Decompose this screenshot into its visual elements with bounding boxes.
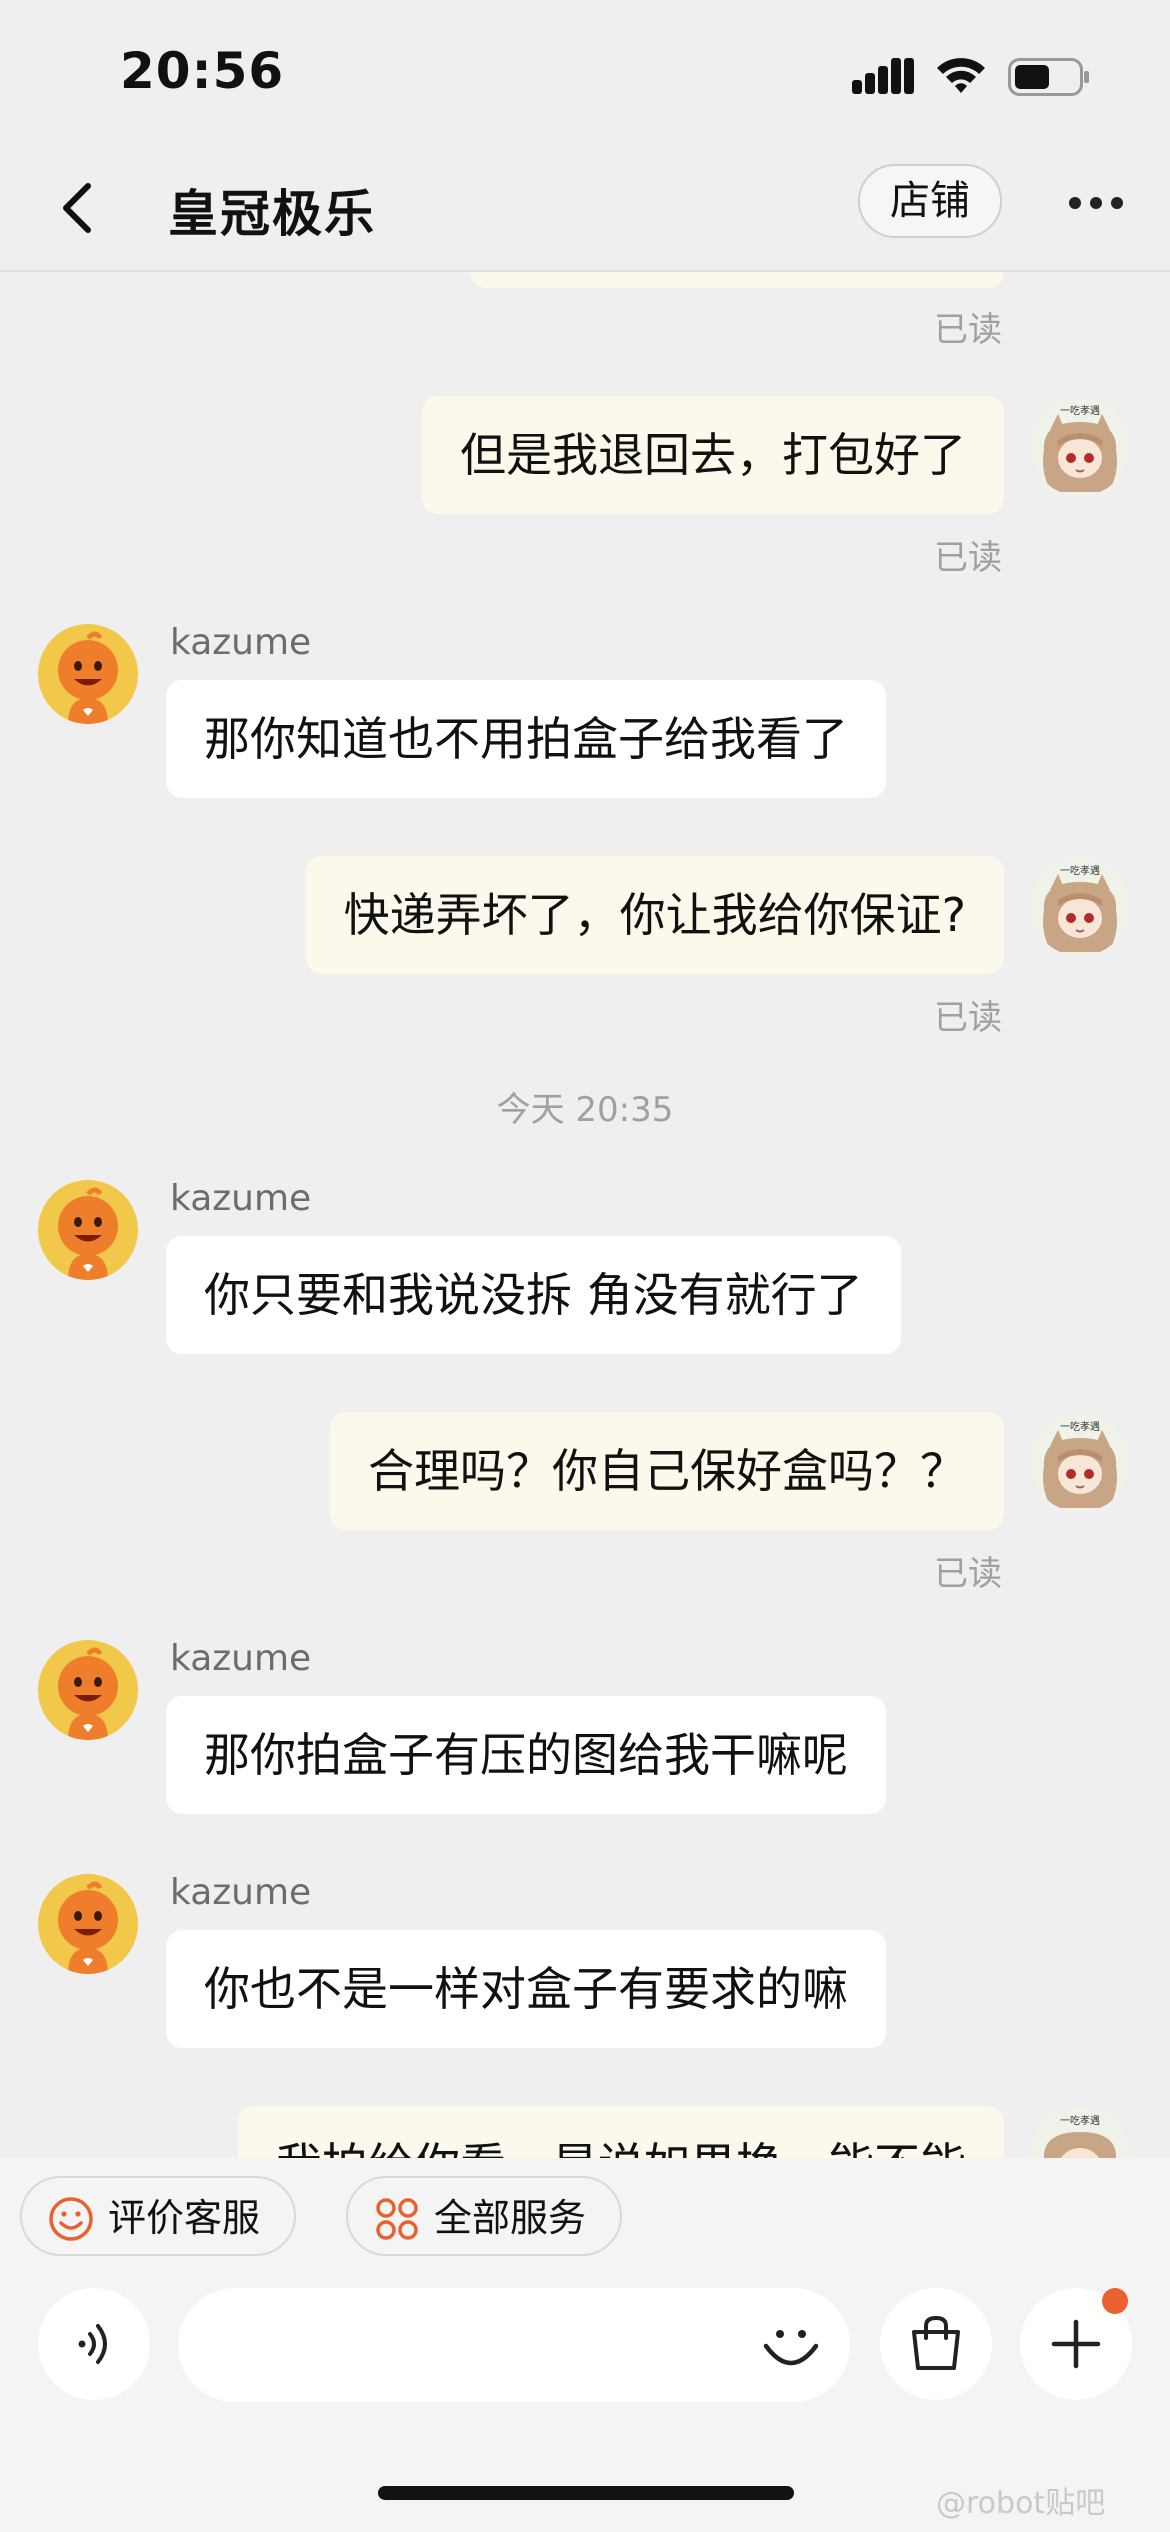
chat-message-list[interactable]: 已读 但是我退回去，打包好了 一吃孝遇 已读 kazume 那你知道也不用拍盒子… (0, 272, 1170, 2158)
bottom-input-panel: 评价客服 全部服务 (0, 2158, 1170, 2532)
svg-text:一吃孝遇: 一吃孝遇 (1060, 404, 1100, 417)
more-options-icon[interactable] (1068, 196, 1124, 210)
shopping-bag-icon (912, 2315, 960, 2370)
anime-girl-avatar-icon: 一吃孝遇 (1030, 2106, 1130, 2158)
read-receipt: 已读 (934, 998, 1002, 1038)
message-input[interactable] (178, 2288, 850, 2402)
message-bubble-theirs[interactable]: 你只要和我说没拆 角没有就行了 (166, 1236, 901, 1354)
anime-girl-avatar-icon: 一吃孝遇 (1030, 396, 1130, 496)
all-services-label: 全部服务 (434, 2196, 587, 2240)
watermark: @robot贴吧 (936, 2486, 1106, 2521)
message-bubble-theirs[interactable]: 那你知道也不用拍盒子给我看了 (166, 680, 886, 798)
my-avatar[interactable]: 一吃孝遇 (1030, 396, 1130, 496)
my-avatar[interactable]: 一吃孝遇 (1030, 1412, 1130, 1512)
emoji-icon (763, 2330, 819, 2366)
svg-text:一吃孝遇: 一吃孝遇 (1060, 1420, 1100, 1433)
notification-dot (1102, 2288, 1128, 2314)
chat-header: 皇冠极乐 店铺 (0, 140, 1170, 272)
kazume-avatar[interactable] (38, 1874, 138, 1974)
previous-message-bubble-partial (470, 272, 1004, 288)
svg-text:一吃孝遇: 一吃孝遇 (1060, 864, 1100, 877)
orange-mascot-avatar-icon (38, 1180, 138, 1280)
read-receipt: 已读 (934, 1554, 1002, 1594)
sender-name: kazume (170, 622, 312, 663)
svg-text:一吃孝遇: 一吃孝遇 (1060, 2114, 1100, 2127)
message-bubble-mine[interactable]: 但是我退回去，打包好了 (422, 396, 1004, 514)
voice-wave-icon (78, 2324, 107, 2364)
smile-icon (49, 2197, 93, 2241)
anime-girl-avatar-icon: 一吃孝遇 (1030, 856, 1130, 956)
kazume-avatar[interactable] (38, 1180, 138, 1280)
rate-service-label: 评价客服 (108, 2196, 261, 2240)
my-avatar[interactable]: 一吃孝遇 (1030, 856, 1130, 956)
message-bubble-mine[interactable]: 我拍给你看，是说如果换，能不能 (238, 2106, 1004, 2158)
my-avatar[interactable]: 一吃孝遇 (1030, 2106, 1130, 2158)
sender-name: kazume (170, 1178, 312, 1219)
cellular-signal-icon (852, 58, 914, 94)
grid-services-icon (376, 2198, 418, 2240)
back-arrow-icon[interactable] (52, 178, 106, 238)
kazume-avatar[interactable] (38, 624, 138, 724)
anime-girl-avatar-icon: 一吃孝遇 (1030, 1412, 1130, 1512)
home-indicator (378, 2486, 794, 2500)
kazume-avatar[interactable] (38, 1640, 138, 1740)
plus-icon (1051, 2319, 1101, 2369)
read-receipt: 已读 (934, 538, 1002, 578)
orange-mascot-avatar-icon (38, 1640, 138, 1740)
message-bubble-theirs[interactable]: 你也不是一样对盒子有要求的嘛 (166, 1930, 886, 2048)
battery-icon (1008, 58, 1089, 96)
store-button[interactable]: 店铺 (858, 164, 1002, 238)
read-receipt: 已读 (934, 310, 1002, 350)
orange-mascot-avatar-icon (38, 624, 138, 724)
message-bubble-theirs[interactable]: 那你拍盒子有压的图给我干嘛呢 (166, 1696, 886, 1814)
message-timestamp: 今天 20:35 (496, 1090, 674, 1130)
message-bubble-mine[interactable]: 合理吗？你自己保好盒吗？？ (330, 1412, 1004, 1530)
wifi-icon (937, 58, 985, 93)
sender-name: kazume (170, 1638, 312, 1679)
message-bubble-mine[interactable]: 快递弄坏了，你让我给你保证? (305, 856, 1004, 974)
voice-input-button[interactable] (38, 2288, 150, 2400)
page-title: 皇冠极乐 (168, 185, 376, 243)
rate-service-chip[interactable]: 评价客服 (20, 2176, 296, 2256)
all-services-chip[interactable]: 全部服务 (346, 2176, 622, 2256)
sender-name: kazume (170, 1872, 312, 1913)
status-time: 20:56 (120, 42, 285, 100)
shopping-bag-button[interactable] (880, 2288, 992, 2400)
orange-mascot-avatar-icon (38, 1874, 138, 1974)
